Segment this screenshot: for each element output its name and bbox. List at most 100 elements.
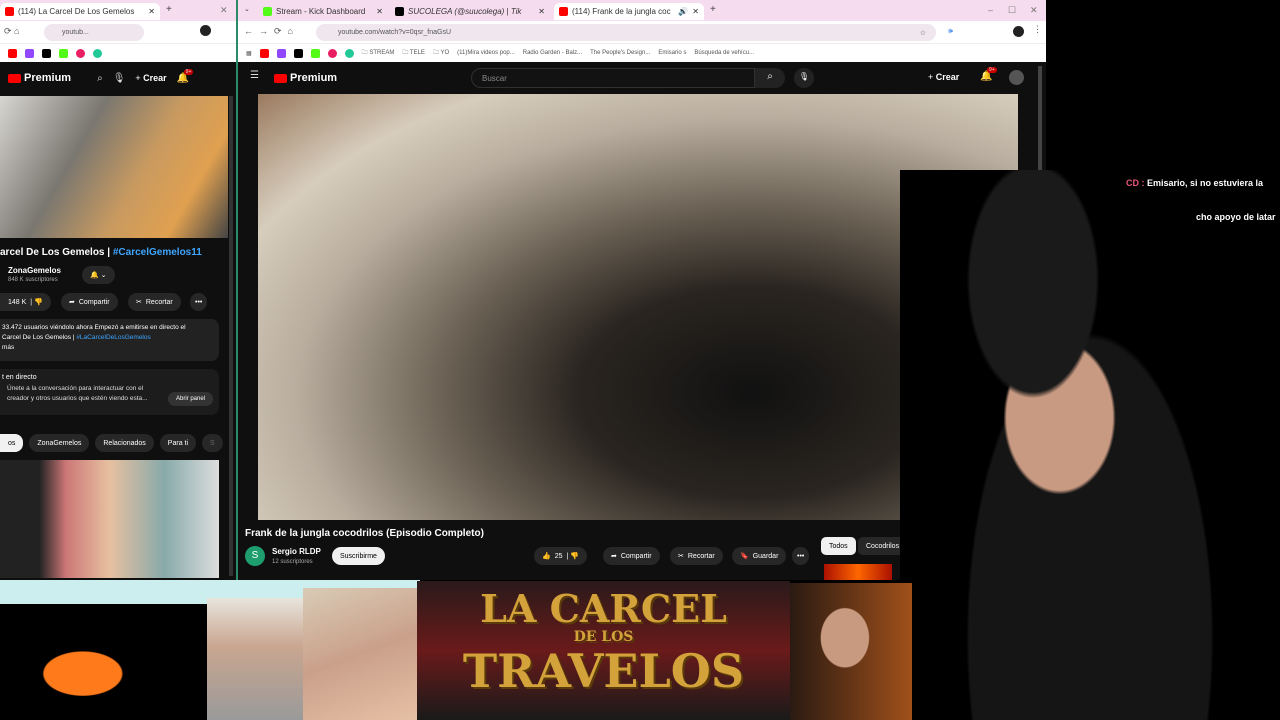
hashtag-link[interactable]: #LaCarcelDeLosGemelos (76, 334, 150, 341)
menu-icon[interactable]: ⋮ (1033, 24, 1042, 35)
close-icon[interactable]: ✕ (692, 7, 699, 16)
close-window-icon[interactable]: ✕ (1030, 5, 1038, 16)
chip[interactable]: Para ti (159, 434, 197, 452)
more-link[interactable]: más (2, 343, 217, 353)
hashtag-link[interactable]: #CarcelGemelos11 (113, 247, 202, 258)
tab-carcel-gemelos[interactable]: (114) La Carcel De Los Gemelos ✕ (0, 3, 160, 20)
bookmark-icon[interactable] (42, 48, 51, 58)
recommended-thumbnail[interactable] (824, 564, 892, 580)
search-icon[interactable]: ⌕ (755, 68, 785, 88)
hamburger-menu-icon[interactable]: ☰ (250, 70, 259, 81)
bookmark-icon[interactable] (8, 48, 17, 58)
webcam-feed (900, 170, 1280, 720)
bookmark[interactable]: The People's Design... (590, 50, 650, 56)
joker-image (0, 604, 207, 720)
bookmark-icon[interactable] (259, 48, 269, 58)
video-title: Frank de la jungla cocodrilos (Episodio … (245, 528, 484, 539)
mic-icon[interactable]: 🎙 (113, 73, 126, 84)
create-button[interactable]: + Crear (928, 72, 959, 82)
channel-avatar[interactable]: S (245, 546, 265, 566)
tab-search-icon[interactable]: ⌄ (244, 5, 250, 13)
youtube-logo[interactable]: Premium (8, 72, 71, 84)
new-tab-icon[interactable]: + (166, 4, 172, 15)
bookmark-icon[interactable] (344, 48, 354, 58)
speaker-icon[interactable]: 🔊 (678, 7, 688, 16)
tab-frank-jungla[interactable]: (114) Frank de la jungla coc 🔊 ✕ (554, 3, 704, 20)
minimize-icon[interactable]: – (988, 5, 993, 15)
description-text: 33.472 usuarios viéndolo ahora Empezó a … (2, 324, 186, 331)
maximize-icon[interactable]: ☐ (1008, 5, 1016, 16)
search-icon[interactable]: ⌕ (97, 73, 103, 84)
youtube-icon (559, 7, 568, 16)
search-input[interactable]: Buscar (471, 68, 755, 88)
extension-icon[interactable]: 🕪 (948, 26, 953, 36)
channel-name[interactable]: ZonaGemelos (8, 266, 61, 275)
bookmark-icon[interactable] (93, 48, 102, 58)
video-title: arcel De Los Gemelos | #CarcelGemelos11 (0, 247, 202, 258)
share-button[interactable]: ➦ Compartir (603, 547, 660, 565)
chip[interactable]: Relacionados (95, 434, 154, 452)
bookmark-icon[interactable] (59, 48, 68, 58)
share-button[interactable]: ➦ Compartir (61, 293, 118, 311)
clip-button[interactable]: ✂ Recortar (670, 547, 723, 565)
bookmark-icon[interactable] (327, 48, 337, 58)
bookmark-icon[interactable] (293, 48, 303, 58)
bookmark[interactable]: Emisario s (658, 50, 686, 56)
close-window-icon[interactable]: ✕ (220, 5, 228, 16)
bookmark-icon[interactable] (76, 48, 85, 58)
tab-tiktok[interactable]: SUCOLEGA (@suucolega) | Tik ✕ (390, 3, 550, 20)
url-text: youtub... (62, 29, 89, 36)
save-button[interactable]: 🔖 Guardar (732, 547, 787, 565)
chip-todos[interactable]: Todos (821, 537, 856, 555)
tab-label: SUCOLEGA (@suucolega) | Tik (408, 7, 522, 16)
profile-avatar[interactable] (1013, 26, 1024, 37)
more-button[interactable]: ••• (190, 293, 208, 311)
recommended-video-thumbnail[interactable] (0, 460, 219, 578)
chat-text: Únete a la conversación para interactuar… (7, 385, 148, 402)
live-video-thumbnail[interactable] (0, 96, 228, 238)
open-panel-button[interactable]: Abrir panel (167, 392, 213, 406)
avatar[interactable] (1009, 70, 1024, 85)
nav-buttons[interactable]: ←→⟳⌂ (244, 26, 299, 37)
close-icon[interactable]: ✕ (538, 7, 545, 16)
bookmark-icon[interactable] (25, 48, 34, 58)
bookmark-star-icon[interactable]: ☆ (920, 29, 926, 37)
bookmark[interactable]: Búsqueda de vehícu... (694, 50, 754, 56)
bookmark[interactable]: Radio Garden - Balz... (523, 50, 582, 56)
subscribe-button[interactable]: Suscribirme (332, 547, 385, 565)
bookmark-icon[interactable] (276, 48, 286, 58)
like-button[interactable]: 👍 25 | 👎 (534, 547, 587, 565)
reload-icon[interactable]: ⟳ ⌂ (4, 26, 19, 37)
bookmark-folder[interactable]: 🗀 YO (433, 48, 449, 58)
close-icon[interactable]: ✕ (376, 7, 383, 16)
url-field[interactable]: youtube.com/watch?v=0qsr_fnaGsU ☆ (316, 24, 936, 41)
bookmark-icon[interactable] (310, 48, 320, 58)
notifications-bell-button[interactable]: 🔔 ⌄ (82, 266, 115, 284)
youtube-logo[interactable]: Premium (274, 72, 337, 84)
url-text: youtube.com/watch?v=0qsr_fnaGsU (338, 29, 452, 36)
bookmark-folder[interactable]: 🗀 TELE (402, 48, 425, 58)
chip[interactable]: S (202, 434, 223, 452)
clip-button[interactable]: ✂ Recortar (128, 293, 181, 311)
subscriber-count: 12 suscriptores (272, 559, 313, 565)
bell-icon[interactable]: 🔔 9+ (980, 67, 997, 82)
close-icon[interactable]: ✕ (148, 7, 155, 16)
more-button[interactable]: ••• (792, 547, 810, 565)
bookmark[interactable]: (11)Mira videos pop... (457, 50, 515, 56)
description-box[interactable]: 33.472 usuarios viéndolo ahora Empezó a … (0, 319, 219, 361)
create-button[interactable]: + Crear (135, 73, 166, 83)
chip[interactable]: ZonaGemelos (29, 434, 90, 452)
bell-icon[interactable]: 🔔 9+ (177, 68, 194, 84)
bookmarks-bar (0, 44, 236, 62)
new-tab-icon[interactable]: + (710, 4, 716, 15)
tab-kick-dashboard[interactable]: Stream - Kick Dashboard ✕ (258, 3, 388, 20)
profile-avatar[interactable] (200, 25, 211, 36)
chip[interactable]: os (0, 434, 24, 452)
apps-icon[interactable]: ▦ (246, 50, 252, 57)
like-button[interactable]: 148 K | 👎 (0, 293, 51, 311)
url-field[interactable]: youtub... (44, 24, 144, 41)
channel-name[interactable]: Sergio RLDP (272, 547, 321, 556)
mic-icon[interactable]: 🎙 (794, 68, 814, 88)
bookmark-folder[interactable]: 🗀 STREAM (362, 48, 395, 58)
scrollbar[interactable] (229, 96, 233, 576)
